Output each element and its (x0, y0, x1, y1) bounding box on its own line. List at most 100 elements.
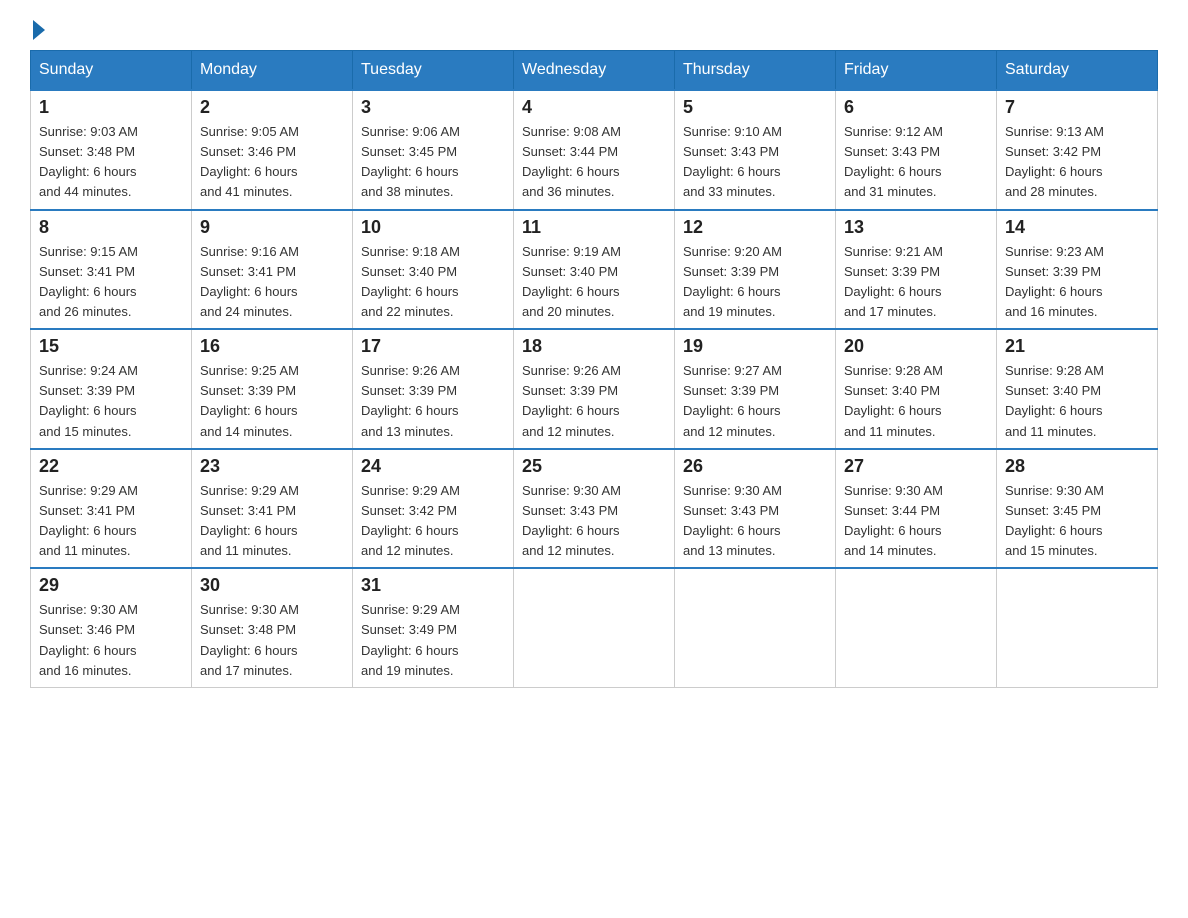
table-row: 28 Sunrise: 9:30 AMSunset: 3:45 PMDaylig… (997, 449, 1158, 569)
day-number: 3 (361, 97, 505, 118)
day-info: Sunrise: 9:24 AMSunset: 3:39 PMDaylight:… (39, 363, 138, 438)
weekday-header-row: Sunday Monday Tuesday Wednesday Thursday… (31, 51, 1158, 91)
logo (30, 20, 45, 40)
day-info: Sunrise: 9:28 AMSunset: 3:40 PMDaylight:… (1005, 363, 1104, 438)
table-row: 10 Sunrise: 9:18 AMSunset: 3:40 PMDaylig… (353, 210, 514, 330)
day-number: 27 (844, 456, 988, 477)
day-number: 8 (39, 217, 183, 238)
day-number: 4 (522, 97, 666, 118)
day-info: Sunrise: 9:18 AMSunset: 3:40 PMDaylight:… (361, 244, 460, 319)
day-info: Sunrise: 9:26 AMSunset: 3:39 PMDaylight:… (522, 363, 621, 438)
table-row: 30 Sunrise: 9:30 AMSunset: 3:48 PMDaylig… (192, 568, 353, 687)
calendar-week-3: 15 Sunrise: 9:24 AMSunset: 3:39 PMDaylig… (31, 329, 1158, 449)
day-number: 6 (844, 97, 988, 118)
day-number: 14 (1005, 217, 1149, 238)
day-number: 29 (39, 575, 183, 596)
table-row: 11 Sunrise: 9:19 AMSunset: 3:40 PMDaylig… (514, 210, 675, 330)
table-row: 29 Sunrise: 9:30 AMSunset: 3:46 PMDaylig… (31, 568, 192, 687)
day-info: Sunrise: 9:29 AMSunset: 3:42 PMDaylight:… (361, 483, 460, 558)
day-number: 24 (361, 456, 505, 477)
table-row: 8 Sunrise: 9:15 AMSunset: 3:41 PMDayligh… (31, 210, 192, 330)
day-info: Sunrise: 9:30 AMSunset: 3:48 PMDaylight:… (200, 602, 299, 677)
day-info: Sunrise: 9:29 AMSunset: 3:41 PMDaylight:… (200, 483, 299, 558)
day-info: Sunrise: 9:15 AMSunset: 3:41 PMDaylight:… (39, 244, 138, 319)
day-number: 18 (522, 336, 666, 357)
day-number: 22 (39, 456, 183, 477)
day-number: 2 (200, 97, 344, 118)
day-info: Sunrise: 9:10 AMSunset: 3:43 PMDaylight:… (683, 124, 782, 199)
table-row: 14 Sunrise: 9:23 AMSunset: 3:39 PMDaylig… (997, 210, 1158, 330)
header-sunday: Sunday (31, 51, 192, 91)
day-info: Sunrise: 9:16 AMSunset: 3:41 PMDaylight:… (200, 244, 299, 319)
day-number: 10 (361, 217, 505, 238)
table-row (514, 568, 675, 687)
table-row: 31 Sunrise: 9:29 AMSunset: 3:49 PMDaylig… (353, 568, 514, 687)
table-row: 15 Sunrise: 9:24 AMSunset: 3:39 PMDaylig… (31, 329, 192, 449)
day-number: 16 (200, 336, 344, 357)
day-info: Sunrise: 9:29 AMSunset: 3:41 PMDaylight:… (39, 483, 138, 558)
calendar-week-2: 8 Sunrise: 9:15 AMSunset: 3:41 PMDayligh… (31, 210, 1158, 330)
day-number: 11 (522, 217, 666, 238)
calendar-table: Sunday Monday Tuesday Wednesday Thursday… (30, 50, 1158, 688)
header-tuesday: Tuesday (353, 51, 514, 91)
day-info: Sunrise: 9:30 AMSunset: 3:43 PMDaylight:… (522, 483, 621, 558)
day-number: 5 (683, 97, 827, 118)
day-number: 15 (39, 336, 183, 357)
table-row: 22 Sunrise: 9:29 AMSunset: 3:41 PMDaylig… (31, 449, 192, 569)
table-row: 1 Sunrise: 9:03 AMSunset: 3:48 PMDayligh… (31, 90, 192, 210)
table-row: 3 Sunrise: 9:06 AMSunset: 3:45 PMDayligh… (353, 90, 514, 210)
day-info: Sunrise: 9:08 AMSunset: 3:44 PMDaylight:… (522, 124, 621, 199)
day-info: Sunrise: 9:05 AMSunset: 3:46 PMDaylight:… (200, 124, 299, 199)
table-row: 16 Sunrise: 9:25 AMSunset: 3:39 PMDaylig… (192, 329, 353, 449)
table-row: 5 Sunrise: 9:10 AMSunset: 3:43 PMDayligh… (675, 90, 836, 210)
day-number: 1 (39, 97, 183, 118)
day-info: Sunrise: 9:30 AMSunset: 3:44 PMDaylight:… (844, 483, 943, 558)
table-row: 2 Sunrise: 9:05 AMSunset: 3:46 PMDayligh… (192, 90, 353, 210)
table-row: 17 Sunrise: 9:26 AMSunset: 3:39 PMDaylig… (353, 329, 514, 449)
table-row: 27 Sunrise: 9:30 AMSunset: 3:44 PMDaylig… (836, 449, 997, 569)
day-number: 21 (1005, 336, 1149, 357)
day-info: Sunrise: 9:25 AMSunset: 3:39 PMDaylight:… (200, 363, 299, 438)
calendar-week-4: 22 Sunrise: 9:29 AMSunset: 3:41 PMDaylig… (31, 449, 1158, 569)
calendar-week-5: 29 Sunrise: 9:30 AMSunset: 3:46 PMDaylig… (31, 568, 1158, 687)
table-row: 4 Sunrise: 9:08 AMSunset: 3:44 PMDayligh… (514, 90, 675, 210)
table-row: 18 Sunrise: 9:26 AMSunset: 3:39 PMDaylig… (514, 329, 675, 449)
day-info: Sunrise: 9:13 AMSunset: 3:42 PMDaylight:… (1005, 124, 1104, 199)
table-row: 21 Sunrise: 9:28 AMSunset: 3:40 PMDaylig… (997, 329, 1158, 449)
page-header (30, 20, 1158, 40)
calendar-week-1: 1 Sunrise: 9:03 AMSunset: 3:48 PMDayligh… (31, 90, 1158, 210)
day-info: Sunrise: 9:27 AMSunset: 3:39 PMDaylight:… (683, 363, 782, 438)
day-number: 30 (200, 575, 344, 596)
day-number: 19 (683, 336, 827, 357)
day-number: 26 (683, 456, 827, 477)
logo-arrow-icon (33, 20, 45, 40)
table-row: 7 Sunrise: 9:13 AMSunset: 3:42 PMDayligh… (997, 90, 1158, 210)
table-row: 12 Sunrise: 9:20 AMSunset: 3:39 PMDaylig… (675, 210, 836, 330)
day-info: Sunrise: 9:19 AMSunset: 3:40 PMDaylight:… (522, 244, 621, 319)
day-info: Sunrise: 9:30 AMSunset: 3:45 PMDaylight:… (1005, 483, 1104, 558)
table-row: 13 Sunrise: 9:21 AMSunset: 3:39 PMDaylig… (836, 210, 997, 330)
table-row (675, 568, 836, 687)
day-info: Sunrise: 9:06 AMSunset: 3:45 PMDaylight:… (361, 124, 460, 199)
table-row (997, 568, 1158, 687)
table-row: 19 Sunrise: 9:27 AMSunset: 3:39 PMDaylig… (675, 329, 836, 449)
header-saturday: Saturday (997, 51, 1158, 91)
day-info: Sunrise: 9:26 AMSunset: 3:39 PMDaylight:… (361, 363, 460, 438)
day-info: Sunrise: 9:21 AMSunset: 3:39 PMDaylight:… (844, 244, 943, 319)
day-number: 17 (361, 336, 505, 357)
table-row: 6 Sunrise: 9:12 AMSunset: 3:43 PMDayligh… (836, 90, 997, 210)
day-info: Sunrise: 9:30 AMSunset: 3:46 PMDaylight:… (39, 602, 138, 677)
day-info: Sunrise: 9:12 AMSunset: 3:43 PMDaylight:… (844, 124, 943, 199)
day-number: 7 (1005, 97, 1149, 118)
header-friday: Friday (836, 51, 997, 91)
table-row (836, 568, 997, 687)
header-thursday: Thursday (675, 51, 836, 91)
table-row: 23 Sunrise: 9:29 AMSunset: 3:41 PMDaylig… (192, 449, 353, 569)
day-number: 9 (200, 217, 344, 238)
table-row: 26 Sunrise: 9:30 AMSunset: 3:43 PMDaylig… (675, 449, 836, 569)
header-monday: Monday (192, 51, 353, 91)
day-number: 28 (1005, 456, 1149, 477)
day-number: 20 (844, 336, 988, 357)
day-number: 13 (844, 217, 988, 238)
table-row: 25 Sunrise: 9:30 AMSunset: 3:43 PMDaylig… (514, 449, 675, 569)
